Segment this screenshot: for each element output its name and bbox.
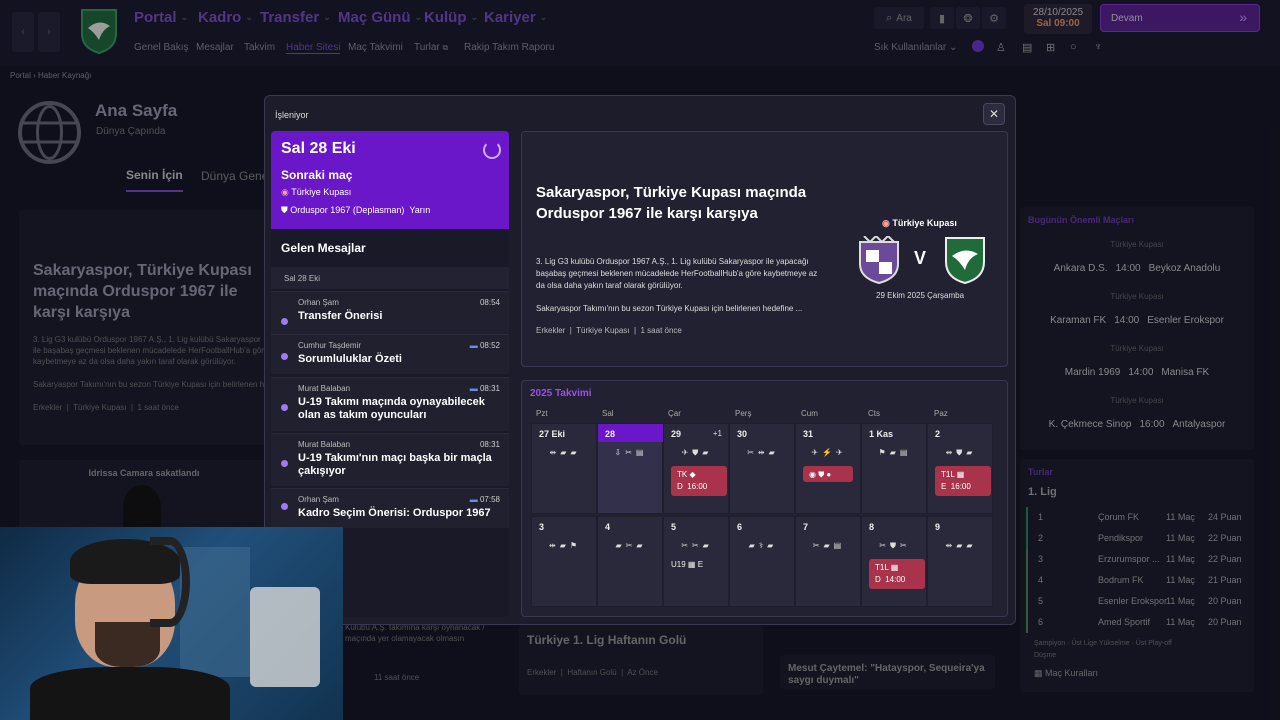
day-header: Paz (934, 409, 948, 418)
training-icons: ✈⛊▰ (681, 448, 713, 457)
calendar-day[interactable]: 27 Eki ⇹▰▰ (531, 423, 597, 514)
modal-title: İşleniyor (275, 110, 309, 120)
calendar-day[interactable]: 1 Kas ⚑▰▤ (861, 423, 927, 514)
calendar-day[interactable]: 4 ▰✂▰ (597, 516, 663, 607)
close-button[interactable]: ✕ (983, 103, 1005, 125)
chat-bubble-icon: ▬ (469, 341, 478, 350)
close-icon: ✕ (988, 107, 1000, 121)
training-icons: ⚑▰▤ (878, 448, 912, 457)
training-icons: ⇹▰⚑ (548, 541, 582, 550)
news-headline: Sakaryaspor, Türkiye Kupası maçında Ordu… (536, 184, 807, 222)
calendar-day[interactable]: 29 +1 ✈⛊▰ TK ◆ D 16:00 (663, 423, 729, 514)
training-icons: ✂▰▤ (812, 541, 846, 550)
message-item[interactable]: Murat Balaban 08:31 U-19 Takımı'nın maçı b… (271, 433, 509, 486)
calendar-title: 2025 Takvimi (530, 388, 592, 399)
match-event[interactable]: T1L ▦ D 14:00 (869, 559, 925, 589)
next-match-card[interactable]: Sal 28 Eki Sonraki maç ◉ Türkiye Kupası … (271, 131, 509, 229)
training-icons: ⇹⛊▰ (945, 448, 977, 457)
calendar-day[interactable]: 31 ✈⚡✈ ◉ ⛊ ● (795, 423, 861, 514)
training-icons: ▰✂▰ (615, 541, 647, 550)
chat-bubble-icon: ▬ (469, 495, 478, 504)
message-item[interactable]: Cumhur Taşdemir ▬ 08:52 Sorumluluklar Özet… (271, 334, 509, 374)
calendar-day[interactable]: 7 ✂▰▤ (795, 516, 861, 607)
chair (250, 587, 320, 687)
training-icons: ⇹▰▰ (549, 448, 581, 457)
cup-icon: ◉ (882, 218, 890, 228)
next-date: Sal 28 Eki (281, 140, 356, 157)
training-icons: ✂⇹▰ (747, 448, 779, 457)
next-opponent: ⛊ Orduspor 1967 (Deplasman) Yarın (281, 205, 431, 215)
loading-spinner-icon (483, 141, 501, 159)
calendar-day[interactable]: 30 ✂⇹▰ (729, 423, 795, 514)
person-shirt (30, 667, 230, 720)
training-icons: ⇹▰▰ (945, 541, 977, 550)
person-beard (95, 622, 160, 667)
training-icons: ✈⚡✈ (811, 448, 847, 457)
calendar-day[interactable]: 9 ⇹▰▰ (927, 516, 993, 607)
day-header: Sal (602, 409, 614, 418)
headphones-icon (150, 537, 190, 627)
training-icons: ⇩✂▤ (614, 448, 648, 457)
day-header: Cts (868, 409, 880, 418)
u19-event[interactable]: U19 ▦ E (671, 560, 703, 569)
calendar-day[interactable]: 2 ⇹⛊▰ T1L ▦ E 16:00 (927, 423, 993, 514)
away-crest-icon (944, 236, 986, 285)
day-header: Cum (801, 409, 818, 418)
message-item[interactable]: Murat Balaban ▬ 08:31 U-19 Takımı maçında … (271, 377, 509, 431)
match-competition: ◉ Türkiye Kupası (882, 218, 957, 228)
day-header: Perş (735, 409, 752, 418)
featured-news-card[interactable]: Sakaryaspor, Türkiye Kupası maçında Ordu… (521, 131, 1008, 367)
versus-label: V (914, 248, 927, 268)
next-match-label: Sonraki maç (281, 168, 353, 182)
news-body: 3. Lig G3 kulübü Orduspor 1967 A.Ş., 1. … (536, 257, 818, 290)
training-icons: ✂⛊✂ (879, 541, 911, 550)
day-header: Çar (668, 409, 681, 418)
cup-icon: ◉ (281, 187, 289, 197)
home-crest-icon (858, 234, 900, 285)
calendar-day[interactable]: 5 ✂✂▰ U19 ▦ E (663, 516, 729, 607)
match-date: 29 Ekim 2025 Çarşamba (876, 291, 965, 300)
inbox-date: Sal 28 Eki (271, 267, 509, 289)
inbox-title: Gelen Mesajlar (281, 241, 366, 255)
shield-icon: ⛊ (281, 205, 288, 215)
match-event[interactable]: TK ◆ D 16:00 (671, 466, 727, 496)
next-competition: ◉ Türkiye Kupası (281, 187, 352, 197)
webcam-overlay (0, 527, 343, 720)
day-header: Pzt (536, 409, 548, 418)
calendar-day-today[interactable]: 28 ⇩✂▤ (597, 423, 664, 514)
news-tags: Erkekler | Türkiye Kupası | 1 saat önce (536, 326, 682, 335)
chat-bubble-icon: ▬ (469, 384, 478, 393)
scouting-event[interactable]: ◉ ⛊ ● (803, 466, 853, 482)
match-event[interactable]: T1L ▦ E 16:00 (935, 466, 991, 496)
calendar-day[interactable]: 6 ▰⚕▰ (729, 516, 795, 607)
shelf (180, 547, 250, 677)
news-body2: Sakaryaspor Takımı'nın bu sezon Türkiye … (536, 304, 803, 313)
message-item[interactable]: Orhan Şam ▬ 07:58 Kadro Seçim Önerisi: Ord… (271, 488, 509, 528)
calendar-panel: 2025 Takvimi Pzt Sal Çar Perş Cum Cts Pa… (521, 380, 1008, 617)
calendar-day[interactable]: 8 ✂⛊✂ T1L ▦ D 14:00 (861, 516, 927, 607)
training-icons: ✂✂▰ (681, 541, 713, 550)
training-icons: ▰⚕▰ (748, 541, 778, 550)
calendar-day[interactable]: 3 ⇹▰⚑ (531, 516, 597, 607)
